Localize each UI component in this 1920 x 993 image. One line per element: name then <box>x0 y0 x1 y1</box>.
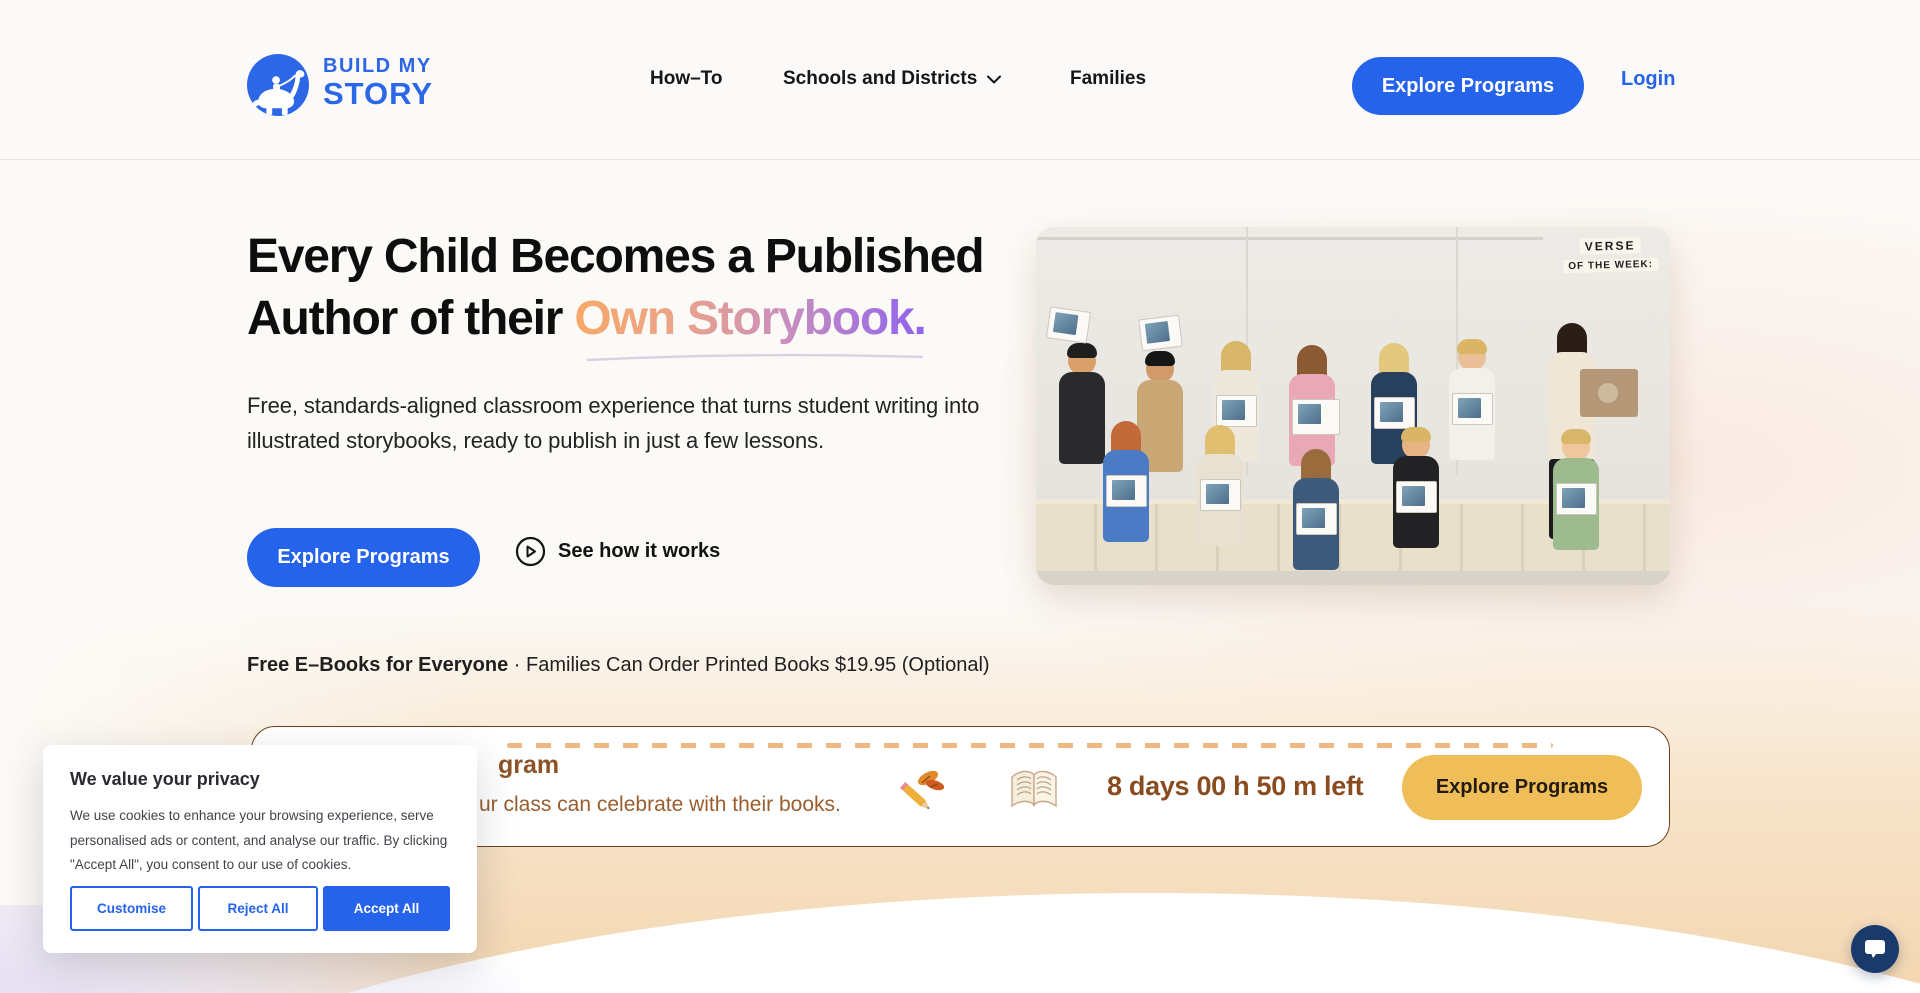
headline-underline-swoosh <box>585 349 925 363</box>
hero-classroom-photo: VERSE OF THE WEEK: <box>1036 227 1670 585</box>
person-figure <box>1388 431 1444 585</box>
chat-bubble-icon <box>1864 939 1886 959</box>
hero-headline-highlight: Own Storybook. <box>574 292 925 345</box>
play-circle-icon <box>515 536 546 567</box>
pricing-separator: · <box>514 654 521 676</box>
whiteboard-top-edge <box>1036 237 1543 240</box>
logo-line2: STORY <box>323 78 433 109</box>
logo-line1: BUILD MY <box>323 56 433 76</box>
dinosaur-logo-icon <box>247 54 309 116</box>
banner-heading-fragment: gram <box>498 751 559 780</box>
hero-headline-line1: Every Child Becomes a Published <box>247 230 983 283</box>
banner-subtext-fragment: ur class can celebrate with their books. <box>479 793 841 817</box>
cookie-dialog-title: We value your privacy <box>70 769 450 790</box>
sign-line1: VERSE <box>1580 237 1641 255</box>
nav-families[interactable]: Families <box>1070 68 1146 90</box>
pricing-rest: Families Can Order Printed Books $19.95 … <box>526 654 990 676</box>
hero-description: Free, standards-aligned classroom experi… <box>247 388 992 458</box>
countdown-timer: 8 days 00 h 50 m left <box>1107 771 1363 802</box>
pricing-line: Free E–Books for Everyone · Families Can… <box>247 654 990 677</box>
accept-all-button[interactable]: Accept All <box>323 886 450 931</box>
hero-headline-line2-prefix: Author of their <box>247 292 574 345</box>
open-book-icon <box>1006 765 1062 815</box>
see-how-it-works-label: See how it works <box>558 540 720 563</box>
person-figure <box>1192 429 1248 585</box>
cookie-dialog-body: We use cookies to enhance your browsing … <box>70 804 452 878</box>
nav-how-to[interactable]: How–To <box>650 68 722 90</box>
see-how-it-works-link[interactable]: See how it works <box>515 536 720 567</box>
person-figure <box>1288 453 1344 585</box>
hero-headline: Every Child Becomes a Published Author o… <box>247 226 1047 350</box>
login-link[interactable]: Login <box>1621 68 1675 91</box>
chat-launcher-button[interactable] <box>1851 925 1899 973</box>
build-my-story-logo[interactable]: BUILD MY STORY <box>247 53 507 119</box>
banner-dashed-decoration <box>507 743 1553 748</box>
leaf-and-pencil-icon <box>892 763 948 819</box>
pricing-bold: Free E–Books for Everyone <box>247 654 508 676</box>
person-figure <box>1098 425 1154 585</box>
customise-button[interactable]: Customise <box>70 886 193 931</box>
nav-schools-label: Schools and Districts <box>783 68 977 90</box>
person-figure <box>1548 433 1604 585</box>
header-explore-programs-button[interactable]: Explore Programs <box>1352 57 1584 115</box>
chevron-down-icon <box>987 75 1001 84</box>
cookie-dialog-buttons: Customise Reject All Accept All <box>70 886 450 931</box>
landing-page: BUILD MY STORY How–To Schools and Distri… <box>0 0 1920 993</box>
nav-schools-and-districts[interactable]: Schools and Districts <box>783 68 1001 90</box>
person-figure <box>1444 343 1500 503</box>
verse-of-the-week-sign: VERSE OF THE WEEK: <box>1563 236 1659 274</box>
site-header: BUILD MY STORY How–To Schools and Distri… <box>0 0 1920 160</box>
sign-line2: OF THE WEEK: <box>1563 258 1658 273</box>
hero-explore-programs-button[interactable]: Explore Programs <box>247 528 480 587</box>
reject-all-button[interactable]: Reject All <box>198 886 318 931</box>
cookie-consent-dialog: We value your privacy We use cookies to … <box>43 745 477 953</box>
banner-explore-programs-button[interactable]: Explore Programs <box>1402 755 1642 820</box>
logo-wordmark: BUILD MY STORY <box>323 56 433 109</box>
